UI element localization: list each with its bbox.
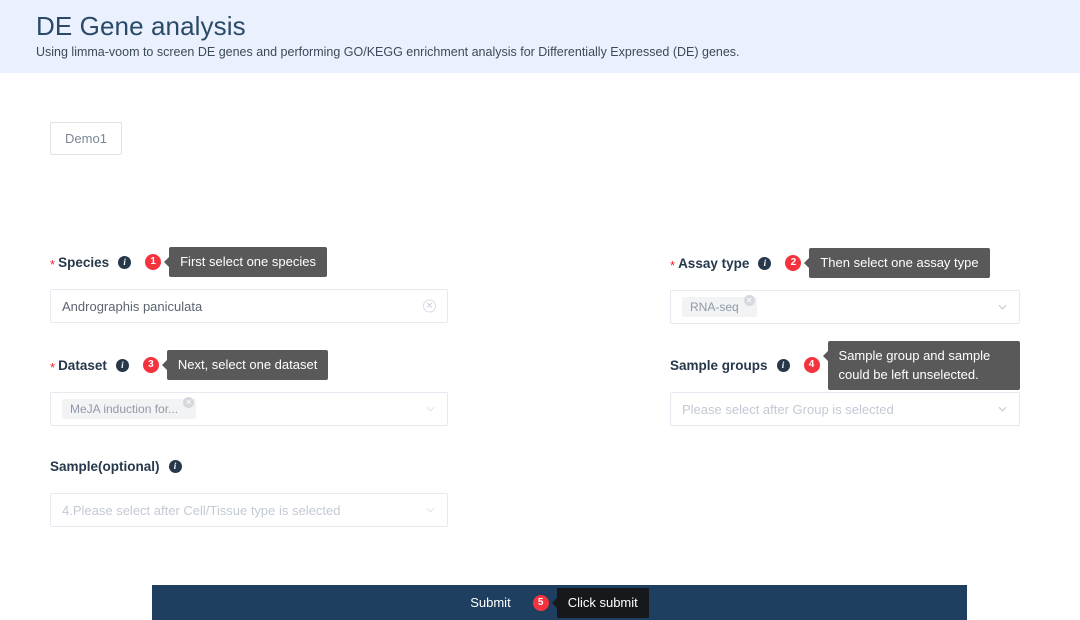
chevron-down-icon[interactable] — [426, 405, 435, 414]
chevron-down-icon[interactable] — [998, 405, 1007, 414]
close-icon[interactable]: ✕ — [743, 295, 755, 306]
sample-groups-select[interactable]: Please select after Group is selected — [670, 392, 1020, 426]
demo1-button[interactable]: Demo1 — [50, 122, 122, 155]
dataset-label: Dataset — [58, 357, 107, 373]
dataset-chip-label: MeJA induction for... — [70, 402, 179, 416]
dataset-label-row: * Dataset i 3 Next, select one dataset — [50, 350, 448, 380]
page-header: DE Gene analysis Using limma-voom to scr… — [0, 0, 1080, 73]
chevron-down-icon[interactable] — [998, 303, 1007, 312]
step-badge-5: 5 — [532, 594, 549, 611]
field-species: * Species i 1 First select one species A… — [50, 247, 448, 323]
sample-groups-label: Sample groups — [670, 357, 768, 373]
page-subtitle: Using limma-voom to screen DE genes and … — [36, 45, 740, 59]
info-icon[interactable]: i — [115, 358, 129, 372]
species-label-row: * Species i 1 First select one species — [50, 247, 448, 277]
step-badge-1: 1 — [145, 254, 162, 270]
field-sample-groups: Sample groups i 4 Sample group and sampl… — [670, 340, 1020, 426]
info-icon[interactable]: i — [168, 459, 182, 473]
tooltip-species: First select one species — [164, 247, 327, 277]
sample-placeholder: 4.Please select after Cell/Tissue type i… — [62, 502, 341, 518]
submit-button[interactable]: Submit 5 Click submit — [152, 585, 967, 620]
field-sample: Sample(optional) i 4.Please select after… — [50, 457, 448, 527]
info-icon[interactable]: i — [776, 358, 790, 372]
sample-label: Sample(optional) — [50, 458, 160, 474]
field-dataset: * Dataset i 3 Next, select one dataset M… — [50, 350, 448, 426]
species-label: Species — [58, 254, 110, 270]
assay-type-label: Assay type — [678, 255, 750, 271]
info-icon[interactable]: i — [758, 256, 772, 270]
step-badge-2: 2 — [785, 255, 802, 271]
assay-type-chip: RNA-seq ✕ — [682, 295, 757, 317]
required-asterisk-icon: * — [670, 258, 676, 273]
sample-groups-label-row: Sample groups i 4 Sample group and sampl… — [670, 340, 1020, 390]
required-asterisk-icon: * — [50, 257, 56, 272]
close-icon[interactable]: ✕ — [183, 397, 195, 408]
chevron-down-icon[interactable] — [426, 506, 435, 515]
assay-type-chip-label: RNA-seq — [690, 300, 739, 314]
required-asterisk-icon: * — [50, 360, 56, 375]
tooltip-assay-type: Then select one assay type — [804, 248, 990, 278]
assay-type-label-row: * Assay type i 2 Then select one assay t… — [670, 248, 1020, 278]
page-title: DE Gene analysis — [36, 11, 246, 41]
submit-label: Submit — [470, 595, 511, 610]
species-value: Andrographis paniculata — [62, 298, 203, 314]
sample-select[interactable]: 4.Please select after Cell/Tissue type i… — [50, 493, 448, 527]
submit-inner: Submit 5 Click submit — [470, 587, 649, 618]
step-badge-3: 3 — [142, 357, 159, 373]
clear-circle-icon[interactable]: ✕ — [423, 299, 436, 313]
species-select[interactable]: Andrographis paniculata ✕ — [50, 289, 448, 323]
tooltip-dataset: Next, select one dataset — [161, 350, 329, 380]
info-icon[interactable]: i — [118, 255, 132, 269]
field-assay-type: * Assay type i 2 Then select one assay t… — [670, 248, 1020, 324]
tooltip-sample-groups: Sample group and sample could be left un… — [822, 340, 1020, 390]
tooltip-submit: Click submit — [551, 587, 649, 618]
dataset-chip: MeJA induction for... ✕ — [62, 397, 197, 419]
sample-label-row: Sample(optional) i — [50, 457, 448, 475]
step-badge-4: 4 — [803, 357, 820, 373]
assay-type-select[interactable]: RNA-seq ✕ — [670, 290, 1020, 324]
dataset-select[interactable]: MeJA induction for... ✕ — [50, 392, 448, 426]
sample-groups-placeholder: Please select after Group is selected — [682, 401, 894, 417]
